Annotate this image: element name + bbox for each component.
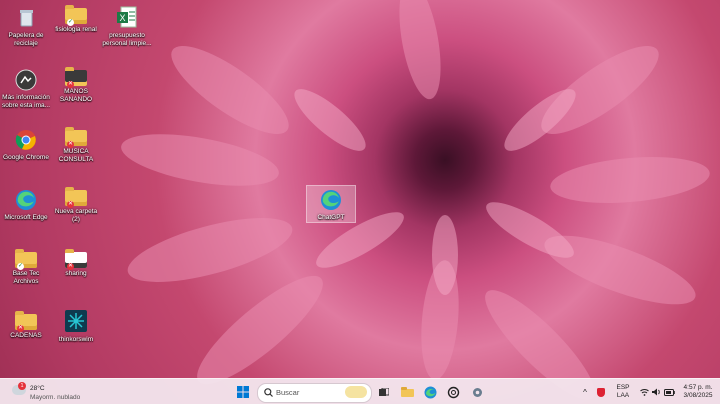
clock[interactable]: 4:57 p. m. 3/08/2025 — [678, 379, 718, 404]
edge-icon — [424, 386, 436, 398]
desktop-icon-mas-informacion[interactable]: Más información sobre esta ima... — [0, 66, 52, 109]
desktop-wallpaper: Papelera de reciclaje Más información so… — [0, 0, 720, 404]
sync-error-icon: ✕ — [67, 141, 74, 148]
weather-badge: 1 — [18, 382, 26, 390]
desktop-icon-presupuesto-personal[interactable]: X presupuesto personal limpie... — [102, 4, 152, 47]
recycle-bin-icon — [12, 6, 40, 30]
sync-error-icon: ✕ — [17, 325, 24, 332]
tray-network-volume-battery[interactable] — [638, 379, 676, 404]
taskbar-settings[interactable] — [469, 379, 485, 404]
task-view-icon — [379, 387, 389, 396]
taskbar-edge[interactable] — [422, 379, 438, 404]
desktop-icon-musica-consulta[interactable]: ✕ MUSICA CONSULTA — [50, 126, 102, 163]
desktop-icon-google-chrome[interactable]: Google Chrome — [0, 126, 52, 162]
clock-date: 3/08/2025 — [683, 392, 713, 399]
desktop-icon-cadenas[interactable]: ✕ CADENAS — [0, 310, 52, 340]
folder-icon: ✕ — [15, 311, 37, 332]
thinkorswim-icon — [62, 310, 90, 334]
shield-icon — [597, 387, 605, 397]
search-placeholder: Buscar — [276, 388, 300, 397]
desktop-icon-recycle-bin[interactable]: Papelera de reciclaje — [0, 4, 52, 47]
excel-file-icon: X — [113, 6, 141, 30]
desktop-icon-thinkorswim[interactable]: thinkorswim — [50, 308, 102, 344]
folder-icon: ✕ — [65, 249, 87, 270]
desktop-icon-base-tec-archivos[interactable]: ✓ Base Tec Archivos — [0, 248, 52, 285]
desktop-icon-nueva-carpeta-2[interactable]: ✕ Nueva carpeta (2) — [50, 186, 102, 223]
windows-logo-icon — [237, 386, 249, 398]
edge-icon — [12, 188, 40, 212]
desktop-icon-chatgpt[interactable]: ChatGPT — [306, 185, 356, 223]
folder-icon: ✕ — [65, 67, 87, 88]
task-view-button[interactable] — [376, 379, 392, 404]
weather-temp: 28°C — [30, 385, 45, 392]
folder-icon: ✓ — [15, 249, 37, 270]
desktop-icon-fisiologia-renal[interactable]: ✓ fisiologia renal — [50, 4, 102, 34]
svg-text:X: X — [119, 13, 125, 23]
chatgpt-icon — [447, 386, 459, 398]
desktop-icon-sharing[interactable]: ✕ sharing — [50, 248, 102, 278]
wifi-icon — [639, 389, 649, 396]
desktop-icon-manos-sanando[interactable]: ✕ MANOS SANANDO — [50, 66, 102, 103]
taskbar: 1 28°C Mayorm. nublado Buscar ^ ESP LAA … — [0, 378, 720, 404]
tray-antivirus[interactable] — [595, 379, 607, 404]
weather-widget[interactable]: 1 28°C Mayorm. nublado — [4, 379, 94, 404]
folder-icon: ✕ — [65, 187, 87, 208]
volume-icon — [651, 388, 660, 396]
folder-icon: ✕ — [65, 127, 87, 148]
chrome-icon — [12, 128, 40, 152]
flower-wallpaper-art — [121, 0, 710, 400]
info-camera-icon — [12, 68, 40, 92]
taskbar-chatgpt[interactable] — [445, 379, 461, 404]
weather-desc: Mayorm. nublado — [30, 394, 81, 401]
taskbar-search[interactable]: Buscar — [257, 383, 372, 403]
desktop-icon-microsoft-edge[interactable]: Microsoft Edge — [0, 186, 52, 222]
sync-error-icon: ✕ — [67, 81, 74, 88]
edge-icon — [317, 188, 345, 212]
search-icon — [264, 388, 273, 397]
sync-ok-icon: ✓ — [17, 263, 24, 270]
start-button[interactable] — [234, 379, 252, 404]
gear-icon — [472, 387, 482, 397]
search-highlight-icon — [345, 386, 367, 398]
sync-error-icon: ✕ — [67, 201, 74, 208]
battery-icon — [663, 388, 675, 396]
language-indicator[interactable]: ESP LAA — [612, 379, 634, 404]
file-explorer-icon — [400, 387, 414, 397]
sync-error-icon: ✕ — [67, 263, 74, 270]
taskbar-file-explorer[interactable] — [399, 379, 415, 404]
folder-icon: ✓ — [65, 5, 87, 26]
sync-ok-icon: ✓ — [67, 19, 74, 26]
show-hidden-icons-button[interactable]: ^ — [580, 379, 590, 404]
chevron-up-icon: ^ — [583, 387, 587, 397]
clock-time: 4:57 p. m. — [683, 384, 713, 391]
